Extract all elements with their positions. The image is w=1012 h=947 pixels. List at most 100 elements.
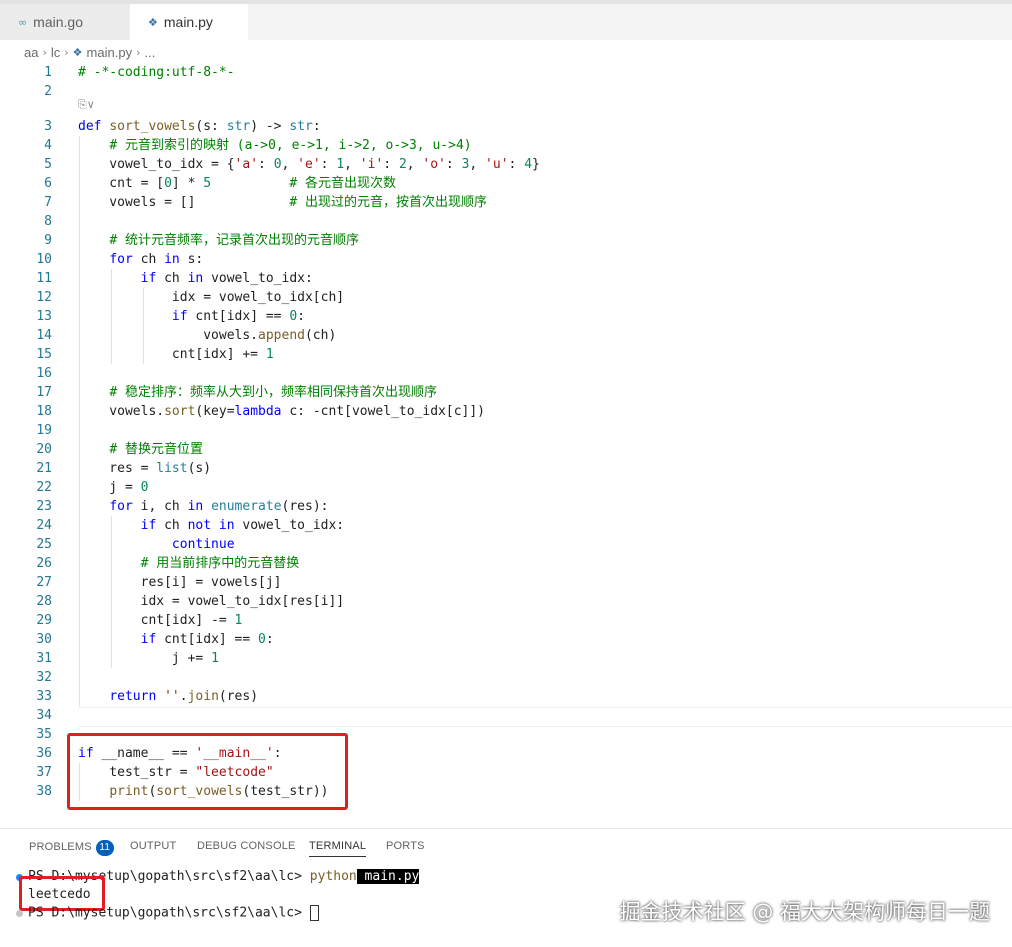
code-line[interactable]: continue xyxy=(78,535,235,554)
terminal-line-prompt[interactable]: PS D:\mysetup\gopath\src\sf2\aa\lc> xyxy=(28,905,319,921)
line-number: 21 xyxy=(36,461,52,476)
line-number: 1 xyxy=(44,65,52,80)
code-line[interactable]: vowels.append(ch) xyxy=(78,326,336,345)
terminal-prompt: PS D:\mysetup\gopath\src\sf2\aa\lc> xyxy=(28,905,310,921)
line-number: 26 xyxy=(36,556,52,571)
line-number: 15 xyxy=(36,347,52,362)
line-number: 24 xyxy=(36,518,52,533)
line-number: 10 xyxy=(36,252,52,267)
line-number: 38 xyxy=(36,784,52,799)
breadcrumb-item-lc[interactable]: lc xyxy=(51,45,60,60)
line-number: 32 xyxy=(36,670,52,685)
line-number: 23 xyxy=(36,499,52,514)
code-line[interactable]: if ch in vowel_to_idx: xyxy=(78,269,313,288)
go-file-icon: ∞ xyxy=(18,15,28,29)
line-number: 22 xyxy=(36,480,52,495)
line-number: 27 xyxy=(36,575,52,590)
terminal-command-pending-icon[interactable] xyxy=(16,910,23,917)
code-line[interactable]: if ch not in vowel_to_idx: xyxy=(78,516,345,535)
indent-guide xyxy=(111,516,112,668)
line-number: 35 xyxy=(36,727,52,742)
code-line[interactable]: # 元音到索引的映射 (a->0, e->1, i->2, o->3, u->4… xyxy=(78,136,471,155)
indent-guide xyxy=(111,269,112,364)
line-number: 8 xyxy=(44,214,52,229)
code-line[interactable]: j += 1 xyxy=(78,649,219,668)
code-line[interactable]: res = list(s) xyxy=(78,459,211,478)
tab-problems[interactable]: PROBLEMS 11 xyxy=(29,840,114,856)
tab-ports[interactable]: PORTS xyxy=(386,840,425,852)
panel-divider xyxy=(0,828,1012,829)
code-line[interactable]: idx = vowel_to_idx[ch] xyxy=(78,288,344,307)
code-editor[interactable]: ⎘∨ 1 # -*-coding:utf-8-*- 2 3 def sort_vowel… xyxy=(0,62,1012,830)
python-file-icon: ❖ xyxy=(148,15,158,29)
code-line[interactable]: # 稳定排序：频率从大到小，频率相同保持首次出现顺序 xyxy=(78,383,437,402)
line-number: 30 xyxy=(36,632,52,647)
breadcrumb-item-file[interactable]: main.py xyxy=(87,45,133,60)
code-line[interactable]: cnt = [0] * 5 # 各元音出现次数 xyxy=(78,174,396,193)
line-number: 19 xyxy=(36,423,52,438)
tab-main-go[interactable]: ∞ main.go xyxy=(0,4,130,40)
code-line[interactable]: def sort_vowels(s: str) -> str: xyxy=(78,117,321,136)
problems-count-badge: 11 xyxy=(95,840,114,856)
terminal-command: python xyxy=(309,869,357,884)
code-line[interactable]: j = 0 xyxy=(78,478,148,497)
tab-main-py[interactable]: ❖ main.py xyxy=(130,4,248,40)
highlight-box-main-block xyxy=(67,733,348,810)
tab-terminal[interactable]: TERMINAL xyxy=(309,840,367,857)
line-number: 9 xyxy=(44,233,52,248)
line-number: 17 xyxy=(36,385,52,400)
breadcrumb-item-symbol[interactable]: ... xyxy=(144,45,155,60)
terminal-cursor xyxy=(309,905,319,921)
code-line[interactable]: cnt[idx] += 1 xyxy=(78,345,274,364)
indent-guide xyxy=(79,136,80,706)
code-line[interactable]: cnt[idx] -= 1 xyxy=(78,611,243,630)
line-number: 5 xyxy=(44,157,52,172)
line-number: 25 xyxy=(36,537,52,552)
line-number: 3 xyxy=(44,119,52,134)
code-line[interactable]: for i, ch in enumerate(res): xyxy=(78,497,328,516)
line-number: 34 xyxy=(36,708,52,723)
tab-output[interactable]: OUTPUT xyxy=(130,840,176,852)
tab-label: main.go xyxy=(33,14,83,30)
line-number: 13 xyxy=(36,309,52,324)
line-number: 14 xyxy=(36,328,52,343)
code-line[interactable]: # 统计元音频率，记录首次出现的元音顺序 xyxy=(78,231,359,250)
watermark: 掘金技术社区 @ 福大大架构师每日一题 xyxy=(619,900,990,924)
current-line-highlight xyxy=(78,707,1012,727)
editor-tab-bar: ∞ main.go ❖ main.py xyxy=(0,0,1012,40)
breadcrumb: aa › lc › ❖ main.py › ... xyxy=(24,42,155,62)
code-line[interactable]: return ''.join(res) xyxy=(78,687,258,706)
line-number: 12 xyxy=(36,290,52,305)
codelens-icon[interactable]: ⎘∨ xyxy=(78,98,95,112)
line-number: 33 xyxy=(36,689,52,704)
line-number: 7 xyxy=(44,195,52,210)
line-number: 18 xyxy=(36,404,52,419)
tab-label: main.py xyxy=(163,14,213,30)
code-line[interactable]: vowels = [] # 出现过的元音，按首次出现顺序 xyxy=(78,193,487,212)
line-number: 20 xyxy=(36,442,52,457)
tab-debug-console[interactable]: DEBUG CONSOLE xyxy=(197,840,296,852)
breadcrumb-item-aa[interactable]: aa xyxy=(24,45,38,60)
chevron-right-icon: › xyxy=(64,45,69,59)
code-line[interactable]: # -*-coding:utf-8-*- xyxy=(78,63,235,82)
indent-guide xyxy=(143,288,144,364)
line-number: 6 xyxy=(44,176,52,191)
code-line[interactable]: vowels.sort(key=lambda c: -cnt[vowel_to_… xyxy=(78,402,485,421)
code-line[interactable]: vowel_to_idx = {'a': 0, 'e': 1, 'i': 2, … xyxy=(78,155,540,174)
line-number: 2 xyxy=(44,84,52,99)
code-line[interactable]: idx = vowel_to_idx[res[i]] xyxy=(78,592,345,611)
terminal-command-arg: main.py xyxy=(356,869,420,884)
line-number: 37 xyxy=(36,765,52,780)
line-number: 31 xyxy=(36,651,52,666)
code-line[interactable]: if cnt[idx] == 0: xyxy=(78,307,305,326)
chevron-right-icon: › xyxy=(42,45,47,59)
chevron-right-icon: › xyxy=(136,45,141,59)
tab-problems-label: PROBLEMS xyxy=(29,841,92,853)
code-line[interactable]: res[i] = vowels[j] xyxy=(78,573,282,592)
code-line[interactable]: # 替换元音位置 xyxy=(78,440,203,459)
line-number: 28 xyxy=(36,594,52,609)
code-line[interactable]: if cnt[idx] == 0: xyxy=(78,630,274,649)
code-line[interactable]: for ch in s: xyxy=(78,250,203,269)
line-number: 29 xyxy=(36,613,52,628)
line-number: 11 xyxy=(36,271,52,286)
